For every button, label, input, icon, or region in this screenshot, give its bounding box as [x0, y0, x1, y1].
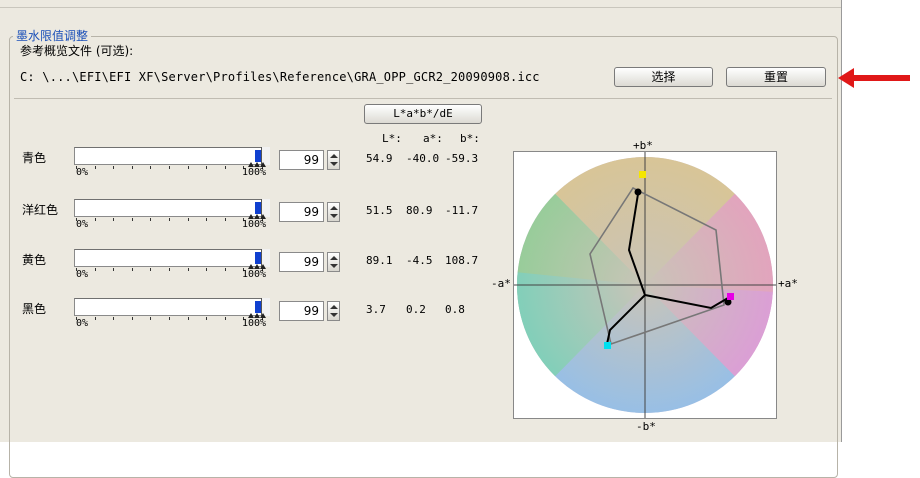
- slider-min-label: 0%: [76, 167, 89, 178]
- plus-b-label: +b*: [633, 139, 653, 152]
- ink-b-value: -59.3: [445, 152, 479, 165]
- color-gamut-plot: [513, 151, 777, 419]
- ink-l-value: 3.7: [366, 303, 386, 316]
- tick-mark: [206, 268, 208, 271]
- tick-mark: [187, 268, 189, 271]
- tick-mark: [131, 218, 133, 221]
- ink-limit-slider[interactable]: [74, 199, 270, 217]
- tick-mark: [150, 166, 152, 169]
- ink-limit-slider[interactable]: [74, 147, 270, 165]
- ink-limit-input[interactable]: 99: [279, 202, 324, 222]
- tick-mark: [150, 218, 152, 221]
- tick-mark: [94, 218, 96, 221]
- tick-mark: [94, 166, 96, 169]
- a-header: a*:: [423, 132, 443, 145]
- reference-profile-label: 参考概览文件 (可选):: [20, 44, 134, 58]
- slider-ticks: [76, 218, 266, 224]
- ink-limit-input[interactable]: 99: [279, 252, 324, 272]
- tick-mark: [206, 166, 208, 169]
- tick-mark: [187, 317, 189, 320]
- section-divider: [14, 98, 832, 99]
- limit-marker-icon: [260, 313, 266, 318]
- yellow-endpoint: [634, 188, 642, 196]
- tick-mark: [94, 268, 96, 271]
- ink-b-value: -11.7: [445, 204, 479, 217]
- ink-limit-slider[interactable]: [74, 298, 270, 316]
- limit-marker-icon: [260, 214, 266, 219]
- slider-max-label: 100%: [242, 318, 267, 329]
- ink-a-value: -40.0: [406, 152, 440, 165]
- ink-limit-spinner[interactable]: [327, 202, 340, 222]
- tick-mark: [131, 268, 133, 271]
- tick-mark: [169, 166, 170, 169]
- limit-marker-icon: [260, 162, 266, 167]
- magenta-marker: [727, 293, 734, 300]
- b-header: b*:: [460, 132, 480, 145]
- tick-mark: [169, 317, 170, 320]
- tick-mark: [169, 218, 170, 221]
- ink-limit-panel: 墨水限值调整 参考概览文件 (可选): C: \...\EFI\EFI XF\S…: [0, 0, 842, 478]
- tick-mark: [113, 166, 115, 169]
- ink-limit-slider[interactable]: [74, 249, 270, 267]
- slider-min-label: 0%: [76, 318, 89, 329]
- cyan-marker: [604, 342, 611, 349]
- ink-l-value: 54.9: [366, 152, 393, 165]
- select-button[interactable]: 选择: [614, 67, 713, 87]
- red-arrow-icon: [838, 68, 910, 88]
- ink-name: 黑色: [22, 302, 47, 316]
- slider-ticks: [76, 166, 266, 172]
- tick-mark: [224, 317, 226, 320]
- ink-b-value: 0.8: [445, 303, 465, 316]
- ink-l-value: 89.1: [366, 254, 393, 267]
- top-divider: [0, 7, 841, 8]
- slider-max-label: 100%: [242, 219, 267, 230]
- reference-profile-path: C: \...\EFI\EFI XF\Server\Profiles\Refer…: [20, 70, 540, 84]
- ink-name: 黄色: [22, 253, 47, 267]
- tick-mark: [224, 166, 226, 169]
- ink-limit-input[interactable]: 99: [279, 301, 324, 321]
- ink-a-value: -4.5: [406, 254, 433, 267]
- slider-min-label: 0%: [76, 269, 89, 280]
- tick-mark: [187, 218, 189, 221]
- tick-mark: [131, 317, 133, 320]
- tick-mark: [224, 218, 226, 221]
- limit-marker-icon: [260, 264, 266, 269]
- slider-max-label: 100%: [242, 269, 267, 280]
- ink-a-value: 80.9: [406, 204, 433, 217]
- ink-b-value: 108.7: [445, 254, 479, 267]
- ink-limit-input[interactable]: 99: [279, 150, 324, 170]
- l-header: L*:: [382, 132, 402, 145]
- slider-max-label: 100%: [242, 167, 267, 178]
- reset-button[interactable]: 重置: [726, 67, 826, 87]
- tick-mark: [206, 317, 208, 320]
- ink-limit-spinner[interactable]: [327, 301, 340, 321]
- lab-de-toggle-button[interactable]: L*a*b*/dE: [364, 104, 482, 124]
- ink-limit-spinner[interactable]: [327, 252, 340, 272]
- tick-mark: [187, 166, 189, 169]
- ink-name: 青色: [22, 151, 47, 165]
- ink-l-value: 51.5: [366, 204, 393, 217]
- slider-min-label: 0%: [76, 219, 89, 230]
- tick-mark: [169, 268, 170, 271]
- tick-mark: [150, 268, 152, 271]
- tick-mark: [150, 317, 152, 320]
- plus-a-label: +a*: [778, 277, 798, 290]
- tick-mark: [113, 317, 115, 320]
- minus-b-label: -b*: [636, 420, 656, 433]
- minus-a-label: -a*: [491, 277, 511, 290]
- ink-name: 洋红色: [22, 203, 59, 217]
- ink-limit-spinner[interactable]: [327, 150, 340, 170]
- ink-a-value: 0.2: [406, 303, 426, 316]
- slider-ticks: [76, 317, 266, 323]
- tick-mark: [131, 166, 133, 169]
- yellow-marker: [639, 171, 646, 178]
- slider-ticks: [76, 268, 266, 274]
- tick-mark: [94, 317, 96, 320]
- tick-mark: [224, 268, 226, 271]
- gamut-svg: [514, 152, 776, 418]
- tick-mark: [113, 218, 115, 221]
- tick-mark: [206, 218, 208, 221]
- tick-mark: [113, 268, 115, 271]
